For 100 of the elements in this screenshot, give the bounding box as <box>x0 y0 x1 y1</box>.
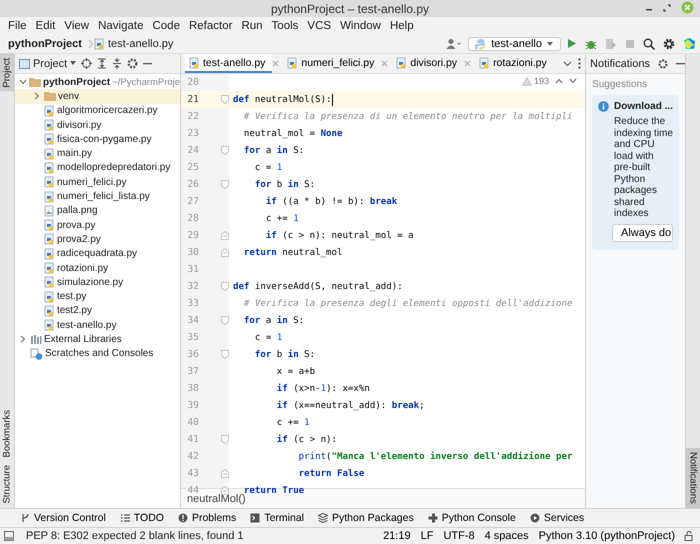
panel-title[interactable]: Project <box>32 58 68 70</box>
status-item[interactable]: Python 3.10 (pythonProject) <box>538 530 676 542</box>
tool-window-button[interactable]: Terminal <box>250 512 304 524</box>
tree-item[interactable]: divisori.py <box>14 118 180 132</box>
tree-item[interactable]: prova2.py <box>14 232 180 247</box>
tree-item[interactable]: numeri_felici.py <box>14 175 180 190</box>
tree-item[interactable]: pythonProject ~/PycharmProje <box>14 75 180 90</box>
more-icon[interactable] <box>578 58 582 69</box>
tree-item[interactable]: modellopredepredatori.py <box>14 160 180 176</box>
tree-item[interactable]: fisica-con-pygame.py <box>14 132 180 146</box>
menu-item[interactable]: File <box>4 20 31 32</box>
code-line: def inverseAdd(S, neutral_add): <box>232 280 404 294</box>
item-label: venv <box>58 90 80 102</box>
tree-item[interactable]: palla.png <box>14 204 180 218</box>
python-file-icon <box>44 119 55 132</box>
menu-item[interactable]: Code <box>148 20 184 32</box>
tree-item[interactable]: algoritmoricercazeri.py <box>14 104 180 118</box>
python-file-icon <box>44 148 55 160</box>
close-icon[interactable] <box>681 1 694 14</box>
path-label: ~/PycharmProje <box>112 76 180 88</box>
tree-item[interactable]: numeri_felici_lista.py <box>14 189 180 204</box>
tree-item[interactable]: venv <box>14 89 180 104</box>
scratches-icon <box>30 348 43 360</box>
tool-window-button[interactable]: Services <box>530 512 584 524</box>
tree-item[interactable]: Scratches and Consoles <box>14 346 180 361</box>
line-number: 29 <box>186 230 199 241</box>
tree-item[interactable]: External Libraries <box>14 332 180 347</box>
menu-item[interactable]: View <box>60 20 94 32</box>
editor-tab[interactable]: divisori.py <box>392 54 464 73</box>
item-label: test-anello.py <box>56 320 116 331</box>
tool-window-tab[interactable]: Project <box>0 54 14 92</box>
chevron-down-icon[interactable] <box>563 60 572 66</box>
collapse-all-icon[interactable] <box>112 58 122 69</box>
tool-windows-icon[interactable] <box>4 531 14 541</box>
item-label: pythonProject <box>42 76 110 88</box>
menu-item[interactable]: Tools <box>268 20 302 32</box>
action-button[interactable]: Always do <box>612 224 674 242</box>
maximize-icon[interactable] <box>663 4 671 12</box>
tool-window-tab[interactable]: Structure <box>0 461 14 508</box>
editor-tab[interactable]: numeri_felici.py <box>283 54 382 73</box>
item-label: prova.py <box>56 220 96 231</box>
tool-window-button[interactable]: Problems <box>178 512 236 524</box>
warning-counter[interactable]: 193 <box>522 76 550 86</box>
python-file-icon <box>479 56 490 68</box>
tool-window-tab[interactable]: Bookmarks <box>0 406 14 462</box>
settings-icon[interactable] <box>127 58 138 69</box>
next-icon[interactable] <box>569 78 578 84</box>
lock-icon[interactable] <box>684 531 694 541</box>
python-icon <box>475 38 488 50</box>
run-configuration-dropdown[interactable]: test-anello <box>468 36 561 50</box>
app-logo-icon[interactable] <box>683 37 696 50</box>
line-number: 37 <box>186 366 199 377</box>
locate-icon[interactable] <box>81 58 92 69</box>
line-number: 25 <box>186 162 199 173</box>
menu-item[interactable]: Navigate <box>94 20 148 32</box>
user-icon[interactable] <box>446 38 462 50</box>
run-icon[interactable] <box>567 38 577 49</box>
previous-icon[interactable] <box>555 78 564 84</box>
menu-item[interactable]: VCS <box>303 20 336 32</box>
services-icon <box>530 513 540 523</box>
close-icon[interactable] <box>464 60 472 67</box>
search-icon[interactable] <box>643 38 655 50</box>
breadcrumb-item[interactable]: pythonProject <box>8 38 82 50</box>
breadcrumb-item[interactable]: test-anello.py <box>108 38 174 50</box>
editor-tab[interactable]: test-anello.py <box>184 54 272 73</box>
code-line: for b in S: <box>254 178 316 192</box>
status-item[interactable]: 4 spaces <box>484 530 530 542</box>
notification-text: Reduce the indexing time and CPU load with pre-built Python packages shared indexes <box>613 116 674 220</box>
menu-item[interactable]: Help <box>386 20 418 32</box>
menu-item[interactable]: Edit <box>32 20 60 32</box>
status-item[interactable]: 21:19 <box>382 530 412 542</box>
settings-icon[interactable] <box>658 58 668 68</box>
tree-item[interactable]: main.py <box>14 146 180 161</box>
line-number: 28 <box>186 213 199 224</box>
tree-item[interactable]: test2.py <box>14 304 180 318</box>
tree-item[interactable]: prova.py <box>14 218 180 232</box>
editor-tab[interactable]: rotazioni.py <box>475 54 554 73</box>
tree-item[interactable]: simulazione.py <box>14 275 180 290</box>
python-file-icon <box>44 176 55 188</box>
menu-item[interactable]: Refactor <box>184 20 236 32</box>
tool-window-button[interactable]: Python Packages <box>318 512 414 524</box>
tree-item[interactable]: rotazioni.py <box>14 260 180 276</box>
tool-window-button[interactable]: Python Console <box>428 512 516 524</box>
status-item[interactable]: LF <box>420 530 434 542</box>
tree-item[interactable]: test.py <box>14 289 180 304</box>
settings-icon[interactable] <box>663 38 675 50</box>
item-label: External Libraries <box>44 334 122 345</box>
tool-window-button[interactable]: TODO <box>120 512 164 524</box>
status-item[interactable]: UTF-8 <box>442 530 476 542</box>
expand-all-icon[interactable] <box>97 58 108 69</box>
menu-item[interactable]: Run <box>237 20 267 32</box>
tool-window-tab[interactable]: Notifications <box>686 448 700 508</box>
menu-item[interactable]: Window <box>336 20 385 32</box>
code-line: return True <box>244 484 306 496</box>
terminal-icon <box>250 513 260 523</box>
close-icon[interactable] <box>272 60 280 67</box>
tree-item[interactable]: radicequadrata.py <box>14 246 180 261</box>
close-icon[interactable] <box>381 60 388 67</box>
tool-window-button[interactable]: Version Control <box>20 512 106 524</box>
tree-item[interactable]: test-anello.py <box>14 318 180 332</box>
